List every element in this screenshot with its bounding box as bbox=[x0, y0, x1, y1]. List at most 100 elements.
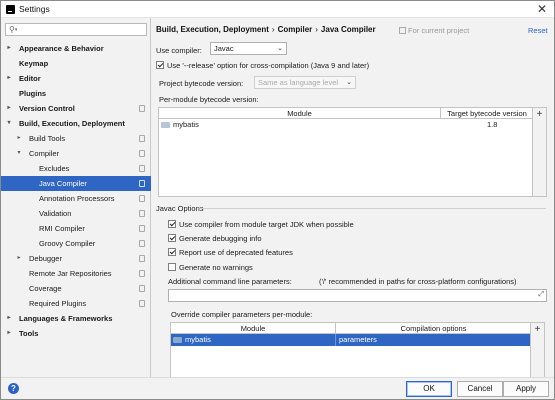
sidebar-item-groovy-compiler[interactable]: Groovy Compiler bbox=[1, 236, 151, 251]
project-config-icon bbox=[139, 210, 145, 217]
close-icon[interactable]: ✕ bbox=[537, 2, 547, 16]
sidebar-item-label: Build, Execution, Deployment bbox=[19, 119, 125, 128]
sidebar-item-keymap[interactable]: Keymap bbox=[1, 56, 151, 71]
sidebar-item-label: Editor bbox=[19, 74, 41, 83]
chevron-right-icon[interactable]: ▸ bbox=[15, 131, 23, 146]
chevron-right-icon[interactable]: ▸ bbox=[5, 71, 13, 86]
deprecated-features-checkbox[interactable] bbox=[168, 248, 176, 256]
sidebar-item-debugger[interactable]: ▸ Debugger bbox=[1, 251, 151, 266]
apply-button[interactable]: Apply bbox=[503, 381, 549, 397]
search-icon: ⚲ bbox=[9, 25, 17, 34]
for-current-project: For current project bbox=[399, 26, 469, 35]
chevron-down-icon[interactable]: ▾ bbox=[15, 146, 23, 161]
project-config-icon bbox=[139, 105, 145, 112]
sidebar-item-tools[interactable]: ▸ Tools bbox=[1, 326, 151, 341]
sidebar-item-rmi-compiler[interactable]: RMI Compiler bbox=[1, 221, 151, 236]
module-name: mybatis bbox=[173, 120, 199, 129]
chevron-right-icon[interactable]: ▸ bbox=[5, 101, 13, 116]
intellij-app-icon bbox=[6, 5, 15, 14]
additional-params-hint: ('/' recommended in paths for cross-plat… bbox=[319, 277, 517, 286]
sidebar-item-label: Java Compiler bbox=[39, 179, 87, 188]
sidebar-item-label: Annotation Processors bbox=[39, 194, 115, 203]
use-compiler-select[interactable]: Javac ⌄ bbox=[210, 42, 287, 55]
settings-tree: ▸ Appearance & Behavior Keymap ▸ Editor Plugi… bbox=[1, 41, 151, 341]
help-icon[interactable]: ? bbox=[8, 383, 19, 394]
sidebar-item-label: Required Plugins bbox=[29, 299, 87, 308]
sidebar-item-label: Debugger bbox=[29, 254, 62, 263]
sidebar-item-compiler[interactable]: ▾ Compiler bbox=[1, 146, 151, 161]
debug-info-checkbox[interactable] bbox=[168, 234, 176, 242]
sidebar-item-excludes[interactable]: Excludes bbox=[1, 161, 151, 176]
no-warnings-checkbox[interactable] bbox=[168, 263, 176, 271]
title-bar: Settings ✕ bbox=[1, 1, 554, 18]
sidebar-item-label: Keymap bbox=[19, 59, 49, 68]
reset-link[interactable]: Reset bbox=[528, 26, 548, 35]
column-header-module[interactable]: Module bbox=[171, 323, 336, 334]
project-config-icon bbox=[139, 255, 145, 262]
per-module-bytecode-label: Per-module bytecode version: bbox=[159, 95, 259, 104]
additional-params-label: Additional command line parameters: bbox=[168, 277, 292, 286]
table-row[interactable]: mybatis parameters bbox=[171, 334, 530, 346]
use-compiler-label: Use compiler: bbox=[156, 46, 202, 55]
settings-search-input[interactable]: ⚲ bbox=[5, 23, 147, 36]
use-target-jdk-checkbox[interactable] bbox=[168, 220, 176, 228]
column-header-compilation-options[interactable]: Compilation options bbox=[336, 323, 531, 334]
project-config-icon bbox=[139, 300, 145, 307]
table-header: Module Compilation options bbox=[171, 323, 530, 334]
column-header-target-version[interactable]: Target bytecode version bbox=[441, 108, 533, 119]
release-option-checkbox[interactable] bbox=[156, 61, 164, 69]
add-icon[interactable]: + bbox=[533, 108, 546, 121]
sidebar-item-editor[interactable]: ▸ Editor bbox=[1, 71, 151, 86]
table-row[interactable]: mybatis 1.8 bbox=[159, 119, 532, 131]
project-config-icon bbox=[139, 270, 145, 277]
sidebar-item-label: Coverage bbox=[29, 284, 62, 293]
sidebar-item-coverage[interactable]: Coverage bbox=[1, 281, 151, 296]
chevron-right-icon[interactable]: ▸ bbox=[5, 311, 13, 326]
chevron-right-icon[interactable]: ▸ bbox=[5, 41, 13, 56]
chevron-down-icon[interactable]: ▾ bbox=[5, 116, 13, 131]
sidebar-item-label: Languages & Frameworks bbox=[19, 314, 113, 323]
sidebar-item-label: Version Control bbox=[19, 104, 75, 113]
sidebar-item-version-control[interactable]: ▸ Version Control bbox=[1, 101, 151, 116]
for-current-project-label: For current project bbox=[408, 26, 470, 35]
column-header-module[interactable]: Module bbox=[159, 108, 441, 119]
breadcrumb-java-compiler: Java Compiler bbox=[320, 25, 376, 34]
module-folder-icon bbox=[173, 337, 182, 343]
project-config-icon bbox=[139, 240, 145, 247]
project-config-icon bbox=[139, 180, 145, 187]
sidebar-item-validation[interactable]: Validation bbox=[1, 206, 151, 221]
sidebar-item-build-tools[interactable]: ▸ Build Tools bbox=[1, 131, 151, 146]
javac-options-title: Javac Options bbox=[156, 204, 204, 213]
chevron-down-icon: ⌄ bbox=[346, 79, 352, 86]
ok-button[interactable]: OK bbox=[406, 381, 452, 397]
sidebar-item-java-compiler[interactable]: Java Compiler bbox=[1, 176, 151, 191]
chevron-right-icon[interactable]: ▸ bbox=[15, 251, 23, 266]
sidebar-item-annotation-processors[interactable]: Annotation Processors bbox=[1, 191, 151, 206]
sidebar-item-label: Groovy Compiler bbox=[39, 239, 96, 248]
sidebar-item-label: Appearance & Behavior bbox=[19, 44, 104, 53]
use-target-jdk-label: Use compiler from module target JDK when… bbox=[179, 220, 354, 229]
sidebar-item-label: Excludes bbox=[39, 164, 70, 173]
sidebar-item-remote-jar-repositories[interactable]: Remote Jar Repositories bbox=[1, 266, 151, 281]
expand-icon[interactable]: ⤢ bbox=[538, 291, 544, 299]
cancel-button[interactable]: Cancel bbox=[457, 381, 503, 397]
no-warnings-label: Generate no warnings bbox=[179, 263, 253, 272]
sidebar-item-build-execution-deployment[interactable]: ▾ Build, Execution, Deployment bbox=[1, 116, 151, 131]
module-name: mybatis bbox=[185, 335, 211, 344]
chevron-down-icon: ⌄ bbox=[277, 45, 283, 52]
additional-params-input[interactable]: ⤢ bbox=[168, 289, 547, 302]
sidebar-item-plugins[interactable]: Plugins bbox=[1, 86, 151, 101]
chevron-right-icon[interactable]: ▸ bbox=[5, 326, 13, 341]
breadcrumb-build: Build, Execution, Deployment bbox=[156, 25, 269, 34]
table-header: Module Target bytecode version bbox=[159, 108, 532, 119]
deprecated-features-label: Report use of deprecated features bbox=[179, 248, 293, 257]
project-scope-icon bbox=[399, 27, 406, 34]
sidebar-item-appearance-behavior[interactable]: ▸ Appearance & Behavior bbox=[1, 41, 151, 56]
add-icon[interactable]: + bbox=[531, 323, 544, 336]
bytecode-version-select[interactable]: Same as language level ⌄ bbox=[254, 76, 356, 89]
sidebar-item-languages-frameworks[interactable]: ▸ Languages & Frameworks bbox=[1, 311, 151, 326]
compilation-options-cell[interactable]: parameters bbox=[339, 334, 377, 346]
sidebar-item-label: Remote Jar Repositories bbox=[29, 269, 112, 278]
sidebar-item-required-plugins[interactable]: Required Plugins bbox=[1, 296, 151, 311]
project-config-icon bbox=[139, 135, 145, 142]
